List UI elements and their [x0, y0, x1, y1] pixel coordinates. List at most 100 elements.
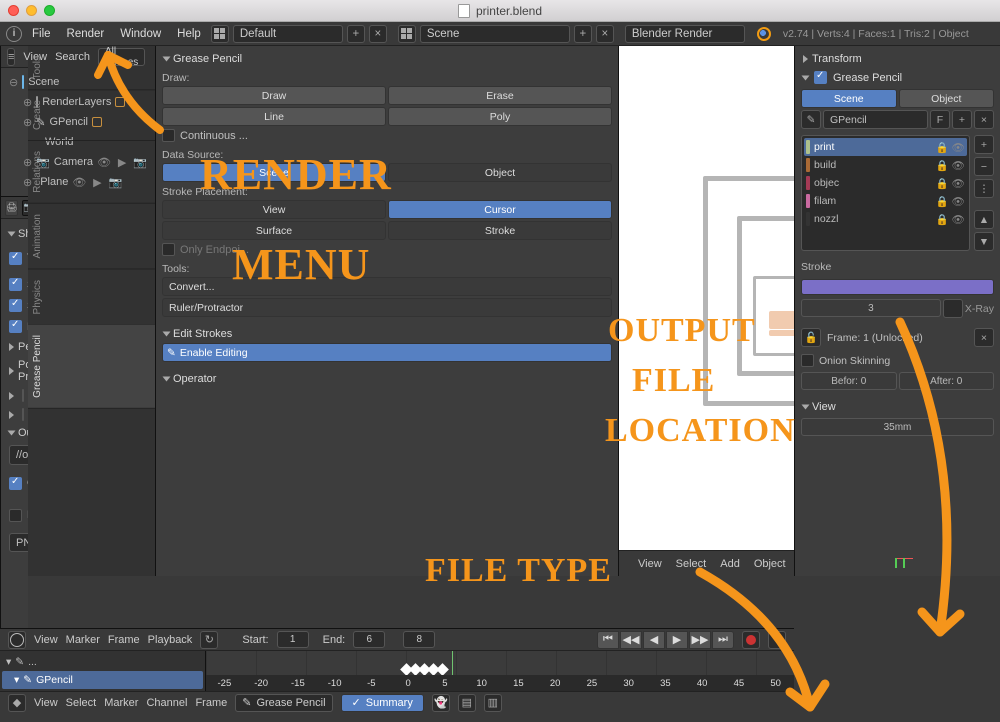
- tree-scene[interactable]: ⊖ Scene: [5, 72, 24, 92]
- menu-help[interactable]: Help: [171, 26, 207, 42]
- np-transform[interactable]: Transform: [801, 50, 994, 68]
- screen-layout-browse[interactable]: [211, 25, 229, 43]
- sec-output[interactable]: Output: [9, 424, 20, 442]
- df-channel[interactable]: Channel: [146, 697, 187, 709]
- sp-cursor-button[interactable]: Cursor: [388, 200, 612, 219]
- dopesheet-channels[interactable]: ▾✎... ▾✎GPencil: [0, 651, 206, 691]
- de-gpencil[interactable]: ▾✎GPencil: [2, 671, 203, 689]
- autoplay-icon[interactable]: ↻: [200, 631, 218, 649]
- gp-layer-move-down[interactable]: ▼: [974, 232, 994, 251]
- sp-surface-button[interactable]: Surface: [162, 221, 386, 240]
- freestyle-checkbox[interactable]: [22, 408, 24, 421]
- df-view[interactable]: View: [34, 697, 58, 709]
- output-path-field[interactable]: //output/: [9, 445, 28, 465]
- vtab-animation[interactable]: Animation: [28, 204, 155, 269]
- gp-layer-row[interactable]: nozzl 🔒👁: [804, 210, 967, 228]
- gp-layer-move-up[interactable]: ▲: [974, 210, 994, 229]
- tree-renderlayers[interactable]: ⊕ RenderLayers: [5, 92, 24, 112]
- jump-end[interactable]: ⏭: [712, 631, 734, 649]
- keyframe-prev[interactable]: ◀◀: [620, 631, 642, 649]
- scene-add[interactable]: +: [574, 25, 592, 43]
- frame-ruler[interactable]: -25-20 -15-10 -50 510 1520 2530 3540 455…: [206, 675, 794, 691]
- autokey-button[interactable]: [742, 631, 760, 649]
- df-marker[interactable]: Marker: [104, 697, 138, 709]
- gp-add-button[interactable]: +: [952, 110, 972, 129]
- gp-layer-row[interactable]: build 🔒👁: [804, 156, 967, 174]
- menu-render[interactable]: Render: [61, 26, 111, 42]
- ds-object-button[interactable]: Object: [388, 163, 612, 182]
- sec-post[interactable]: Post Processing: [9, 356, 20, 386]
- sec-stamp[interactable]: Stamp: [9, 386, 20, 405]
- timeline-editor-icon[interactable]: [8, 631, 26, 649]
- filter-icon-2[interactable]: ▥: [484, 694, 502, 712]
- de-root[interactable]: ▾✎...: [2, 653, 203, 671]
- screen-layout-add[interactable]: +: [347, 25, 365, 43]
- textures-checkbox[interactable]: [9, 252, 22, 265]
- df-frame[interactable]: Frame: [195, 697, 227, 709]
- onion-checkbox[interactable]: [801, 354, 814, 367]
- stamp-checkbox[interactable]: [22, 389, 24, 402]
- vh-select[interactable]: Select: [673, 558, 710, 570]
- viewport-canvas[interactable]: [619, 46, 794, 550]
- gp-datablock-icon[interactable]: ✎: [801, 110, 821, 129]
- scene-name[interactable]: Scene: [420, 25, 570, 43]
- tree-gpencil[interactable]: ⊕ ✎ GPencil: [5, 112, 24, 132]
- gp-enabled-checkbox[interactable]: [814, 71, 827, 84]
- before-field[interactable]: Befor: 0: [801, 372, 897, 390]
- gp-layer-row[interactable]: objec 🔒👁: [804, 174, 967, 192]
- placehold-checkbox[interactable]: [9, 509, 22, 522]
- sync-button[interactable]: ⏷: [768, 631, 786, 649]
- vtab-create[interactable]: Create: [28, 90, 155, 141]
- frame-delete[interactable]: ×: [974, 328, 994, 347]
- panel-grease-pencil[interactable]: Grease Pencil: [162, 50, 612, 68]
- tl-frame[interactable]: Frame: [108, 634, 140, 646]
- tab-render[interactable]: 🖨: [5, 200, 18, 216]
- keyframe-next[interactable]: ▶▶: [689, 631, 711, 649]
- erase-button[interactable]: Erase: [388, 86, 612, 105]
- dopesheet-editor-icon[interactable]: ◆: [8, 694, 26, 712]
- scene-browse[interactable]: [398, 25, 416, 43]
- lens-field[interactable]: 35mm: [801, 418, 994, 436]
- dopesheet-area[interactable]: -25-20 -15-10 -50 510 1520 2530 3540 455…: [206, 651, 794, 691]
- thickness-field[interactable]: 3: [801, 299, 941, 317]
- sss-checkbox[interactable]: [9, 299, 22, 312]
- sp-view-button[interactable]: View: [162, 200, 386, 219]
- xray-toggle[interactable]: [943, 299, 963, 318]
- dopesheet-mode[interactable]: ✎Grease Pencil: [235, 694, 332, 712]
- gp-layer-specials[interactable]: ⋮: [974, 179, 994, 198]
- start-frame[interactable]: 1: [277, 631, 309, 648]
- file-format-field[interactable]: PNG: [9, 533, 28, 552]
- stroke-color[interactable]: [801, 279, 994, 295]
- sec-shading[interactable]: Shading: [9, 225, 20, 243]
- ruler-button[interactable]: Ruler/Protractor: [162, 298, 612, 317]
- after-field[interactable]: After: 0: [899, 372, 995, 390]
- tl-view[interactable]: View: [34, 634, 58, 646]
- np-grease-pencil[interactable]: Grease Pencil: [801, 68, 994, 87]
- vh-view[interactable]: View: [635, 558, 665, 570]
- continuous-checkbox[interactable]: [162, 129, 175, 142]
- screen-layout-remove[interactable]: ×: [369, 25, 387, 43]
- editor-type-icon[interactable]: i: [6, 26, 22, 42]
- gp-layer-add[interactable]: +: [974, 135, 994, 154]
- only-endpoints-checkbox[interactable]: [162, 243, 175, 256]
- gp-layer-row[interactable]: filam 🔒👁: [804, 192, 967, 210]
- eye-icon[interactable]: 👁: [952, 141, 965, 154]
- enable-editing-button[interactable]: ✎ Enable Editing: [162, 343, 612, 362]
- scene-remove[interactable]: ×: [596, 25, 614, 43]
- draw-button[interactable]: Draw: [162, 86, 386, 105]
- vtab-tools[interactable]: Tools: [28, 46, 155, 90]
- poly-button[interactable]: Poly: [388, 107, 612, 126]
- env-checkbox[interactable]: [9, 320, 22, 333]
- tl-marker[interactable]: Marker: [66, 634, 100, 646]
- filter-icon-1[interactable]: ▤: [458, 694, 476, 712]
- gp-name-field[interactable]: GPencil: [823, 110, 928, 129]
- tl-playback[interactable]: Playback: [148, 634, 193, 646]
- lock-icon[interactable]: 🔓: [801, 328, 821, 347]
- ghost-icon[interactable]: 👻: [432, 694, 450, 712]
- outliner-tree[interactable]: ⊖ Scene ⊕ RenderLayers ⊕ ✎ GPencil: [1, 68, 28, 196]
- menu-window[interactable]: Window: [114, 26, 167, 42]
- gp-tab-scene[interactable]: Scene: [801, 89, 897, 108]
- current-frame[interactable]: 8: [403, 631, 435, 648]
- vh-add[interactable]: Add: [717, 558, 743, 570]
- vtab-physics[interactable]: Physics: [28, 270, 155, 325]
